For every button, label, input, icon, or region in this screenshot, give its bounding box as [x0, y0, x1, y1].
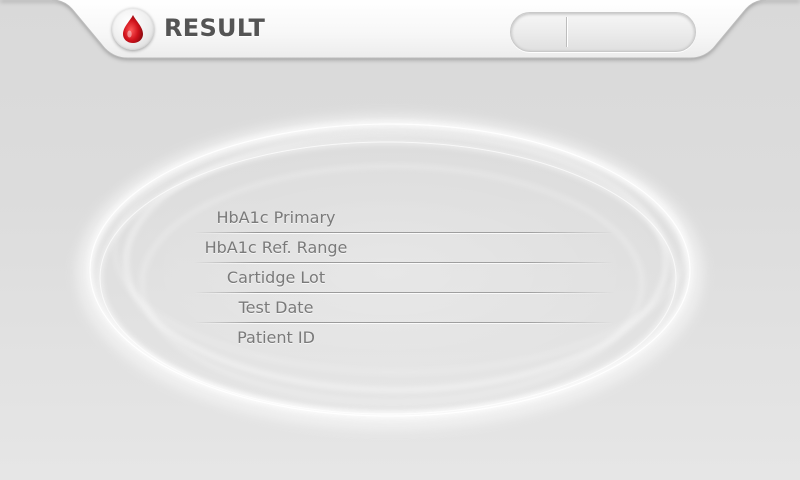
segment-right-button[interactable] — [568, 13, 695, 51]
row-label: Patient ID — [237, 328, 315, 347]
row-label: HbA1c Primary — [216, 208, 336, 227]
row-label: Test Date — [238, 298, 314, 317]
result-row-test-date: Test Date — [180, 294, 620, 324]
result-list: HbA1c Primary HbA1c Ref. Range Cartidge … — [180, 204, 620, 354]
result-screen: RESULT HbA1c Primary HbA1c Ref. Range Ca… — [0, 0, 800, 480]
header-segmented-control[interactable] — [510, 12, 696, 52]
blood-drop-icon — [123, 15, 143, 43]
row-label: HbA1c Ref. Range — [204, 238, 348, 257]
result-row-cartridge-lot: Cartidge Lot — [180, 264, 620, 294]
row-label: Cartidge Lot — [226, 268, 326, 287]
result-row-patient-id: Patient ID — [180, 324, 620, 354]
app-logo — [112, 8, 154, 50]
segment-left-button[interactable] — [511, 13, 566, 51]
result-row-hba1c-primary: HbA1c Primary — [180, 204, 620, 234]
page-title: RESULT — [164, 14, 266, 42]
result-row-hba1c-ref-range: HbA1c Ref. Range — [180, 234, 620, 264]
segment-divider — [566, 17, 567, 47]
